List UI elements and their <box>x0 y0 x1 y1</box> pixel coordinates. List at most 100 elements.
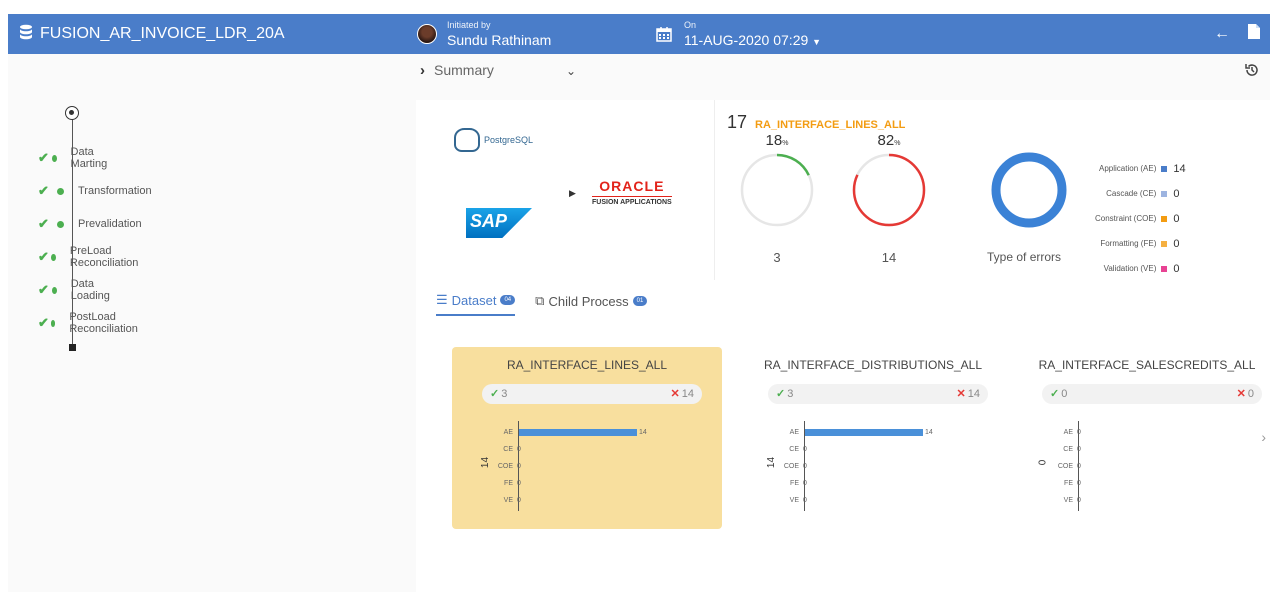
dataset-card[interactable]: RA_INTERFACE_DISTRIBUTIONS_ALL ✓ 3 ✕ 14 14… <box>738 347 1008 529</box>
process-sidebar: ✔ Data Marting ✔ Transformation ✔ Preval… <box>8 54 416 592</box>
chart-category: VE <box>1063 496 1073 504</box>
legend-value: 0 <box>1173 262 1180 275</box>
chart-value: 14 <box>925 428 933 436</box>
err-count: 0 <box>1247 388 1254 400</box>
legend-item: Formatting (FE) 0 <box>1095 231 1183 256</box>
oracle-label: ORACLE <box>599 178 665 194</box>
err-count: 14 <box>967 388 980 400</box>
legend-label: Constraint (COE) <box>1095 214 1157 223</box>
legend-label: Cascade (CE) <box>1106 189 1157 198</box>
legend-value: 14 <box>1173 162 1186 175</box>
step-dot <box>57 187 64 195</box>
legend-item: Constraint (COE) 0 <box>1095 206 1183 231</box>
card-status-bar: ✓ 3 ✕ 14 <box>482 384 702 404</box>
header-bar: FUSION_AR_INVOICE_LDR_20A Initiated by S… <box>8 14 1270 54</box>
card-status-bar: ✓ 0 ✕ 0 <box>1042 384 1262 404</box>
legend-swatch <box>1161 265 1168 272</box>
chart-category: AE <box>503 428 513 436</box>
calendar-icon <box>656 27 672 42</box>
record-count: 17 <box>727 112 748 132</box>
chevron-right-icon[interactable]: › <box>420 62 425 79</box>
history-icon[interactable] <box>1244 62 1260 82</box>
chart-value: 0 <box>803 496 807 504</box>
database-icon <box>18 24 34 45</box>
tab-dataset[interactable]: ☰ Dataset 04 <box>436 292 516 316</box>
tab-bar: ☰ Dataset 04 ⧉ Child Process 01 <box>436 292 648 316</box>
step-transformation[interactable]: ✔ Transformation <box>38 183 152 199</box>
chart-category: COE <box>783 462 799 470</box>
legend-value: 0 <box>1173 212 1180 225</box>
err-count: 14 <box>681 388 694 400</box>
legend-swatch <box>1161 215 1168 222</box>
error-percent: 82 <box>877 132 895 149</box>
legend-value: 0 <box>1173 187 1180 200</box>
legend-value: 0 <box>1173 237 1180 250</box>
chart-row: FE 0 <box>477 476 697 490</box>
chart-row: VE 0 <box>1037 493 1257 507</box>
step-label: Transformation <box>78 185 152 197</box>
dataset-card[interactable]: RA_INTERFACE_SALESCREDITS_ALL ✓ 0 ✕ 0 0 AE 0… <box>1012 347 1270 529</box>
chart-bar <box>519 428 637 436</box>
chevron-right-icon[interactable]: › <box>1261 429 1266 445</box>
ok-count: 0 <box>1061 388 1068 400</box>
dataset-card[interactable]: RA_INTERFACE_LINES_ALL ✓ 3 ✕ 14 14 AE 14 CE 0 C… <box>452 347 722 529</box>
legend-label: Formatting (FE) <box>1100 239 1157 248</box>
cross-icon: ✕ <box>670 388 680 400</box>
cross-icon: ✕ <box>1236 388 1246 400</box>
percent-unit: % <box>782 140 789 147</box>
chart-category: CE <box>503 445 513 453</box>
chart-value: 0 <box>1077 428 1081 436</box>
check-icon: ✔ <box>38 183 49 198</box>
tab-child-process[interactable]: ⧉ Child Process 01 <box>535 292 648 316</box>
back-arrow-icon[interactable]: ← <box>1214 25 1230 43</box>
step-preload-reconciliation[interactable]: ✔ PreLoad Reconciliation <box>38 245 146 269</box>
app-window: FUSION_AR_INVOICE_LDR_20A Initiated by S… <box>8 14 1270 592</box>
table-name: RA_INTERFACE_LINES_ALL <box>755 119 906 131</box>
end-node-icon <box>69 344 76 351</box>
check-icon: ✔ <box>38 282 49 297</box>
stats-header: 17 RA_INTERFACE_LINES_ALL <box>727 112 905 133</box>
elephant-icon <box>454 128 480 152</box>
step-data-loading[interactable]: ✔ Data Loading <box>38 278 117 302</box>
stats-panel: 17 RA_INTERFACE_LINES_ALL 18% 3 82% 14 T… <box>714 100 1270 280</box>
step-dot <box>51 253 56 261</box>
document-icon[interactable] <box>1248 24 1260 44</box>
chart-row: COE 0 <box>1037 459 1257 473</box>
step-data-marting[interactable]: ✔ Data Marting <box>38 146 115 170</box>
step-label: Data Loading <box>70 278 110 302</box>
step-prevalidation[interactable]: ✔ Prevalidation <box>38 216 142 232</box>
oracle-sub-label: FUSION APPLICATIONS <box>592 196 672 206</box>
chart-value: 0 <box>1077 496 1081 504</box>
chart-category: AE <box>789 428 799 436</box>
card-title: RA_INTERFACE_DISTRIBUTIONS_ALL <box>763 358 983 372</box>
chart-value: 0 <box>1077 462 1081 470</box>
chevron-down-icon[interactable]: ⌄ <box>566 64 576 78</box>
chart-category: CE <box>789 445 799 453</box>
process-name: FUSION_AR_INVOICE_LDR_20A <box>40 25 285 42</box>
run-date[interactable]: On 11-AUG-2020 07:29 ▼ <box>656 14 821 54</box>
type-of-errors-label: Type of errors <box>987 250 1062 264</box>
chart-value: 0 <box>517 479 521 487</box>
step-postload-reconciliation[interactable]: ✔ PostLoad Reconciliation <box>38 311 146 335</box>
step-dot <box>50 319 56 327</box>
chart-row: VE 0 <box>763 493 983 507</box>
chart-category: COE <box>1057 462 1073 470</box>
run-date-value: 11-AUG-2020 07:29 <box>684 32 809 48</box>
chart-value: 0 <box>517 496 521 504</box>
chart-category: FE <box>1064 479 1073 487</box>
card-title: RA_INTERFACE_SALESCREDITS_ALL <box>1038 358 1256 372</box>
tab-label: Dataset <box>451 292 497 308</box>
sap-logo: SAP <box>466 208 532 238</box>
chart-row: CE 0 <box>763 442 983 456</box>
chart-category: VE <box>503 496 513 504</box>
initiated-by: Initiated by Sundu Rathinam <box>417 14 551 54</box>
legend-swatch <box>1161 165 1168 172</box>
main-panel: › Summary ⌄ PostgreSQL ▶ ORACLE FUSION A… <box>416 54 1270 592</box>
chart-row: VE 0 <box>477 493 697 507</box>
error-count: 14 <box>881 250 897 265</box>
check-icon: ✓ <box>776 388 786 400</box>
chart-row: CE 0 <box>477 442 697 456</box>
step-dot <box>57 220 64 228</box>
chart-category: VE <box>789 496 799 504</box>
card-title: RA_INTERFACE_LINES_ALL <box>506 358 668 372</box>
